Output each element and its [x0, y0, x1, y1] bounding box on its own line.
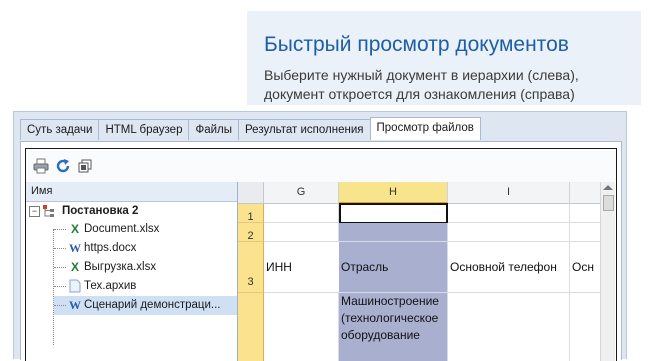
promo-banner: Быстрый просмотр документов Выберите нуж… — [247, 11, 641, 105]
cell-i3[interactable]: Основной телефон — [448, 242, 570, 293]
excel-icon: X — [70, 222, 79, 236]
row-header-2[interactable]: 2 — [238, 223, 264, 242]
tree-item[interactable]: X Выгрузка.xlsx — [26, 258, 237, 277]
cell-h1-active[interactable] — [339, 203, 448, 224]
cell-i4[interactable] — [448, 293, 570, 361]
file-icon — [68, 279, 82, 293]
spreadsheet-preview: G H I 1 2 3 ИНН Отрасль Основной телефон… — [238, 182, 616, 361]
cell-g1[interactable] — [264, 204, 339, 223]
column-header-h[interactable]: H — [339, 182, 448, 204]
hierarchy-icon — [42, 204, 56, 218]
cell-j3[interactable]: Осн — [570, 242, 601, 293]
tree-column-header[interactable]: Имя — [26, 182, 237, 202]
column-header-j[interactable] — [570, 182, 601, 204]
cell-g2[interactable] — [264, 223, 339, 242]
app-window: Суть задачи HTML браузер Файлы Результат… — [13, 111, 627, 361]
cell-j4[interactable] — [570, 293, 601, 361]
tree-item-label: Тех.архив — [84, 280, 137, 292]
cell-i1[interactable] — [448, 204, 570, 223]
viewer-frame: Имя − Постановка 2 X Document.xlsx W htt… — [25, 148, 617, 361]
cell-g3[interactable]: ИНН — [264, 242, 341, 293]
scroll-up-icon[interactable] — [603, 185, 613, 190]
tree-item-label: Document.xlsx — [84, 223, 160, 235]
tab-task[interactable]: Суть задачи — [20, 119, 100, 140]
printer-icon[interactable] — [33, 158, 49, 174]
tree-item[interactable]: W https.docx — [26, 239, 237, 258]
scroll-thumb[interactable] — [603, 195, 614, 211]
tree-root-label: Постановка 2 — [62, 205, 139, 217]
cell-h3[interactable]: Отрасль — [339, 242, 448, 293]
tree-item-label: https.docx — [84, 242, 137, 254]
tree-item-selected[interactable]: W Сценарий демонстраци... — [54, 296, 237, 315]
row-header-4[interactable] — [238, 293, 264, 361]
word-icon: W — [69, 241, 81, 255]
sheet-corner[interactable] — [238, 182, 264, 204]
tree-item[interactable]: Тех.архив — [26, 277, 237, 296]
cell-g4[interactable] — [264, 293, 339, 361]
banner-subtitle: Выберите нужный документ в иерархии (сле… — [264, 67, 579, 102]
toolbar — [26, 149, 616, 183]
tree-item-label: Выгрузка.xlsx — [84, 261, 157, 273]
collapse-icon[interactable]: − — [29, 206, 40, 217]
column-header-i[interactable]: I — [448, 182, 570, 204]
cell-h4[interactable]: Машиностроение (технологическое оборудов… — [339, 293, 448, 361]
copy-icon[interactable] — [77, 158, 93, 174]
tab-result[interactable]: Результат исполнения — [238, 119, 371, 140]
document-tree: Имя − Постановка 2 X Document.xlsx W htt… — [26, 182, 238, 361]
tab-html-browser[interactable]: HTML браузер — [98, 119, 190, 140]
tree-item-label: Сценарий демонстраци... — [84, 299, 221, 311]
row-header-1[interactable]: 1 — [238, 204, 264, 223]
excel-icon: X — [70, 260, 79, 274]
word-icon: W — [69, 298, 81, 312]
refresh-icon[interactable] — [55, 158, 71, 174]
tab-panel: Имя − Постановка 2 X Document.xlsx W htt… — [20, 141, 622, 361]
tab-file-viewer[interactable]: Просмотр файлов — [369, 117, 481, 140]
banner-title: Быстрый просмотр документов — [264, 33, 569, 56]
cell-i2[interactable] — [448, 223, 570, 242]
vertical-scrollbar[interactable] — [600, 182, 615, 361]
column-header-g[interactable]: G — [264, 182, 339, 204]
tab-bar: Суть задачи HTML браузер Файлы Результат… — [20, 117, 481, 141]
cell-h2[interactable] — [339, 223, 448, 242]
row-header-3[interactable]: 3 — [238, 242, 264, 293]
tree-root[interactable]: − Постановка 2 — [26, 202, 237, 221]
tab-files[interactable]: Файлы — [188, 119, 240, 140]
tree-item[interactable]: X Document.xlsx — [26, 220, 237, 239]
cell-j1[interactable] — [570, 204, 601, 223]
cell-j2[interactable] — [570, 223, 601, 242]
